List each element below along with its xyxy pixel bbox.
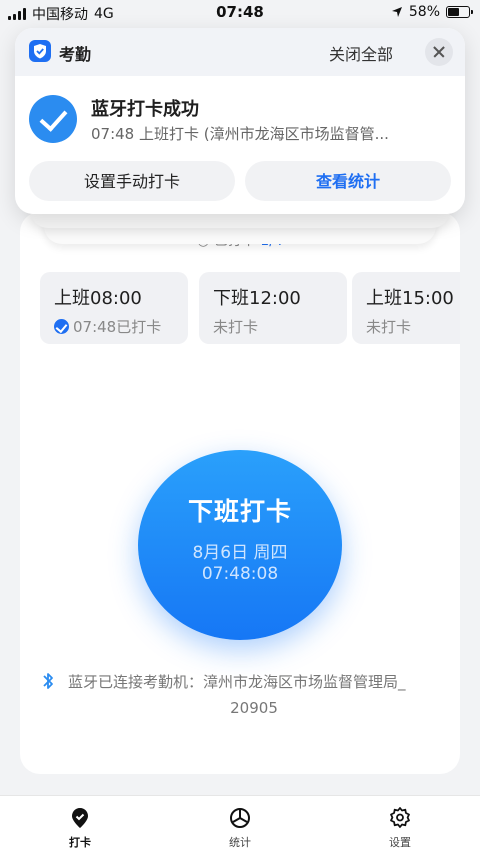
battery-percent: 58% (408, 4, 440, 20)
shift-title: 上班15:00 (366, 288, 454, 309)
shift-list[interactable]: 上班08:00 07:48已打卡 下班12:00 未打卡 上班15:00 未打卡 (40, 272, 460, 344)
shift-status: 未打卡 (366, 316, 460, 337)
shift-title: 下班12:00 (213, 288, 301, 309)
notification-header: 考勤 关闭全部 (15, 28, 465, 76)
notification-app-name: 考勤 (59, 45, 92, 64)
shift-status-text: 未打卡 (213, 318, 259, 336)
bluetooth-icon (43, 673, 53, 689)
shift-status-text: 未打卡 (366, 318, 412, 336)
notification-title: 蓝牙打卡成功 (91, 99, 199, 120)
shift-item-afternoon-in[interactable]: 上班15:00 未打卡 (352, 272, 460, 344)
gear-icon (390, 807, 410, 828)
tab-label: 设置 (389, 836, 411, 849)
view-stats-button[interactable]: 查看统计 (245, 161, 451, 201)
checked-icon (54, 319, 69, 334)
shift-item-morning-in[interactable]: 上班08:00 07:48已打卡 (40, 272, 188, 344)
bluetooth-status: 蓝牙已连接考勤机：漳州市龙海区市场监督管理局_ 20905 (40, 670, 440, 720)
set-manual-punch-button[interactable]: 设置手动打卡 (29, 161, 235, 201)
tab-settings[interactable]: 设置 (370, 806, 430, 850)
punch-time: 07:48:08 (201, 564, 279, 584)
shift-status-text: 07:48已打卡 (73, 318, 162, 336)
status-right: 58% (391, 4, 473, 20)
tab-label: 统计 (229, 836, 251, 849)
notification-body: 07:48 上班打卡 (漳州市龙海区市场监督管... (91, 125, 389, 143)
battery-icon (446, 6, 473, 18)
punch-check-icon (72, 808, 88, 828)
tab-bar: 打卡 统计 设置 (0, 795, 480, 854)
tab-punch[interactable]: 打卡 (50, 806, 110, 850)
shift-title: 上班08:00 (54, 288, 142, 309)
location-arrow-icon (391, 7, 402, 17)
battery-fill (448, 8, 460, 16)
shift-status: 07:48已打卡 (54, 316, 188, 337)
punch-card: ◷ 已打卡 1/4 上班08:00 07:48已打卡 下班12:00 未打卡 上… (20, 212, 460, 774)
pie-chart-icon (230, 808, 250, 828)
tab-label: 打卡 (69, 836, 91, 849)
shift-status: 未打卡 (213, 316, 347, 337)
punch-date: 8月6日 周四 (192, 543, 288, 563)
punch-button[interactable]: 下班打卡 8月6日 周四 07:48:08 (138, 450, 342, 640)
bluetooth-device-line: 蓝牙已连接考勤机：漳州市龙海区市场监督管理局_ (68, 673, 406, 691)
success-check-icon (29, 95, 77, 143)
punch-button-title: 下班打卡 (187, 497, 292, 526)
attendance-shield-icon (29, 40, 51, 62)
shield-check-icon (34, 44, 46, 59)
notification-card[interactable]: 考勤 关闭全部 蓝牙打卡成功 07:48 上班打卡 (漳州市龙海区市场监督管..… (15, 28, 465, 214)
close-icon[interactable] (425, 38, 453, 66)
close-all-button[interactable]: 关闭全部 (329, 41, 393, 65)
tab-stats[interactable]: 统计 (210, 806, 270, 850)
status-bar: 中国移动 4G 07:48 58% (0, 0, 480, 26)
shift-item-noon-out[interactable]: 下班12:00 未打卡 (199, 272, 347, 344)
bluetooth-device-id: 20905 (230, 699, 278, 717)
